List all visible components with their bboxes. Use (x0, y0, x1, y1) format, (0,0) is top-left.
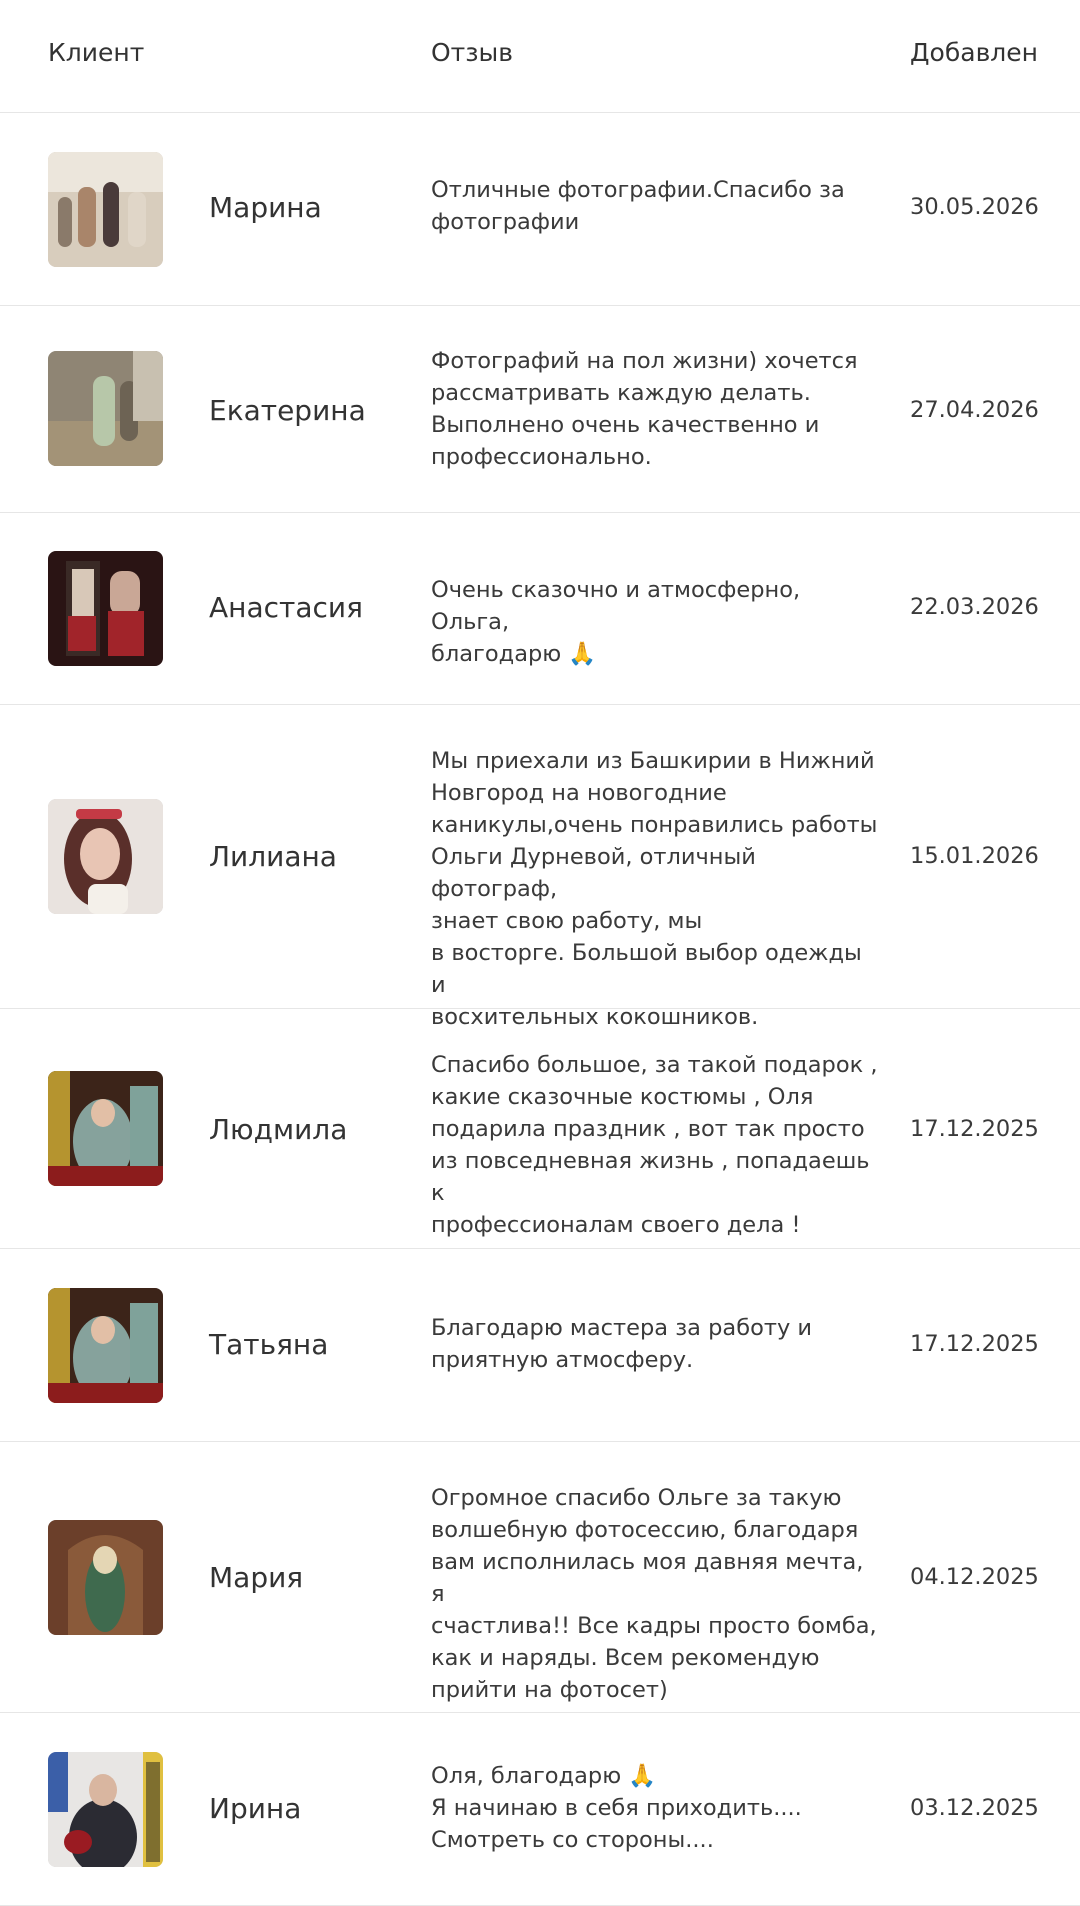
review-text: Отличные фотографии.Спасибо за фотографи… (431, 177, 845, 235)
client-photo[interactable] (48, 351, 163, 466)
review-date: 15.01.2026 (910, 843, 1039, 869)
photo-figure (78, 187, 96, 247)
client-photo[interactable] (48, 1288, 163, 1403)
photo-figure (93, 1546, 117, 1574)
reviews-table: Клиент Отзыв Добавлен Марина Отличные фо… (0, 0, 1080, 1906)
client-photo-image (48, 152, 163, 267)
review-date: 27.04.2026 (910, 397, 1039, 423)
client-name: Людмила (209, 1113, 348, 1146)
table-row: Татьяна Благодарю мастера за работу и пр… (0, 1249, 1080, 1442)
photo-figure (103, 182, 119, 247)
client-name: Ирина (209, 1792, 302, 1825)
photo-figure (68, 616, 96, 651)
client-name: Мария (209, 1561, 304, 1594)
review-text: Фотографий на пол жизни) хочется рассмат… (431, 348, 858, 470)
column-header-review[interactable]: Отзыв (431, 38, 513, 67)
review-text: Оля, благодарю 🙏 Я начинаю в себя приход… (431, 1763, 802, 1853)
client-photo-image (48, 1071, 163, 1186)
review-text: Благодарю мастера за работу и приятную а… (431, 1315, 813, 1373)
table-row: Лилиана Мы приехали из Башкирии в Нижний… (0, 705, 1080, 1030)
table-row: Марина Отличные фотографии.Спасибо за фо… (0, 113, 1080, 306)
review-text: Спасибо большое, за такой подарок , каки… (431, 1052, 878, 1238)
review-date: 22.03.2026 (910, 594, 1039, 620)
photo-figure (93, 376, 115, 446)
client-photo-image (48, 351, 163, 466)
photo-figure (64, 1830, 92, 1854)
client-name: Екатерина (209, 394, 366, 427)
table-row: Мария Огромное спасибо Ольге за такую во… (0, 1442, 1080, 1713)
photo-figure (108, 611, 144, 656)
table-header: Клиент Отзыв Добавлен (0, 0, 1080, 113)
photo-figure (76, 809, 122, 819)
table-row: Людмила Спасибо большое, за такой подаро… (0, 1009, 1080, 1249)
review-date: 17.12.2025 (910, 1116, 1039, 1142)
client-photo-image (48, 1520, 163, 1635)
review-date: 17.12.2025 (910, 1331, 1039, 1357)
review-date: 04.12.2025 (910, 1564, 1039, 1590)
client-photo[interactable] (48, 1752, 163, 1867)
column-header-client[interactable]: Клиент (48, 38, 144, 67)
column-header-added[interactable]: Добавлен (910, 38, 1038, 67)
photo-bg (48, 551, 163, 666)
client-photo[interactable] (48, 799, 163, 914)
client-photo-image (48, 1752, 163, 1867)
table-row: Ирина Оля, благодарю 🙏 Я начинаю в себя … (0, 1713, 1080, 1906)
client-name: Анастасия (209, 591, 363, 624)
table-row: Анастасия Очень сказочно и атмосферно, О… (0, 513, 1080, 705)
client-photo-image (48, 1288, 163, 1403)
review-date: 03.12.2025 (910, 1795, 1039, 1821)
client-photo[interactable] (48, 1520, 163, 1635)
photo-figure (72, 569, 94, 619)
table-row: Екатерина Фотографий на пол жизни) хочет… (0, 306, 1080, 513)
review-text: Мы приехали из Башкирии в Нижний Новгоро… (431, 748, 878, 1030)
client-photo-image (48, 551, 163, 666)
client-photo[interactable] (48, 1071, 163, 1186)
review-text: Очень сказочно и атмосферно, Ольга, благ… (431, 577, 801, 667)
review-text: Огромное спасибо Ольге за такую волшебну… (431, 1485, 877, 1703)
client-name: Татьяна (209, 1328, 329, 1361)
review-date: 30.05.2026 (910, 194, 1039, 220)
client-name: Лилиана (209, 840, 337, 873)
client-photo[interactable] (48, 152, 163, 267)
client-photo-image (48, 799, 163, 914)
client-name: Марина (209, 191, 322, 224)
client-photo[interactable] (48, 551, 163, 666)
